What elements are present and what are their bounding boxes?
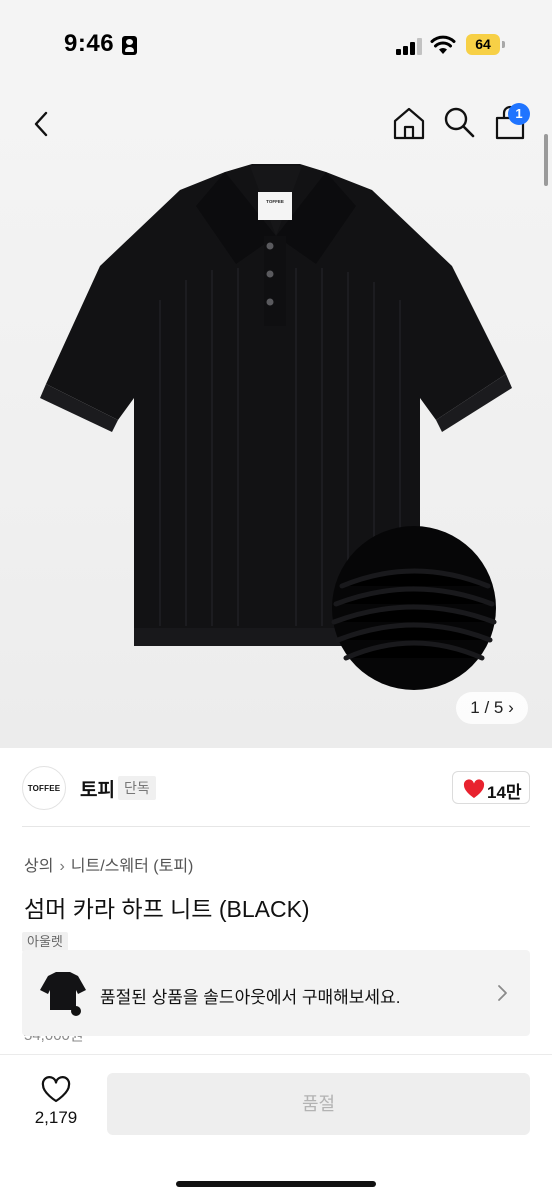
image-counter[interactable]: 1 / 5 ›	[456, 692, 528, 724]
cellular-signal-icon	[396, 37, 422, 55]
heart-filled-icon	[463, 779, 485, 798]
chevron-right-icon	[498, 985, 507, 1001]
breadcrumb-item-knit[interactable]: 니트/스웨터 (토피)	[71, 858, 194, 875]
neck-label-text: TOFFEE	[266, 199, 284, 204]
soldout-banner-text: 품절된 상품을 솔드아웃에서 구매해보세요.	[100, 988, 401, 1007]
battery-indicator: 64	[466, 34, 500, 55]
divider	[22, 826, 530, 827]
product-title: 섬머 카라 하프 니트 (BLACK)	[24, 896, 310, 922]
search-icon	[444, 107, 475, 138]
home-icon	[393, 107, 425, 140]
status-bar: 9:46 64	[0, 0, 552, 92]
battery-tip	[502, 41, 505, 48]
home-button[interactable]	[390, 104, 428, 142]
status-time: 9:46	[64, 30, 115, 57]
heart-outline-icon	[41, 1076, 71, 1103]
wifi-icon	[430, 35, 456, 54]
wishlist-button[interactable]	[40, 1076, 72, 1104]
product-image: TOFFEE	[40, 164, 512, 690]
chevron-right-icon: ›	[59, 858, 65, 875]
back-button[interactable]	[24, 104, 60, 144]
person-badge-icon	[122, 36, 137, 55]
breadcrumb-item-top[interactable]: 상의	[24, 858, 53, 875]
home-indicator	[176, 1181, 376, 1187]
chevron-left-icon	[34, 111, 48, 137]
soldout-marketplace-banner[interactable]: 품절된 상품을 솔드아웃에서 구매해보세요.	[22, 950, 530, 1036]
search-button[interactable]	[442, 104, 476, 140]
outlet-tag: 아울렛	[22, 932, 68, 952]
brand-like-button[interactable]: 14만	[452, 771, 530, 804]
exclusive-badge: 단독	[118, 776, 156, 800]
soldout-button[interactable]: 품절	[107, 1073, 530, 1135]
breadcrumb: 상의 › 니트/스웨터 (토피)	[24, 852, 193, 876]
shirt-button	[266, 242, 274, 250]
brand-like-count: 14만	[487, 783, 522, 802]
wishlist-count: 2,179	[34, 1108, 78, 1127]
shirt-button	[266, 298, 274, 306]
shirt-button	[266, 270, 274, 278]
product-thumbnail	[40, 972, 86, 1016]
cart-count-badge: 1	[508, 103, 530, 125]
brand-name[interactable]: 토피	[80, 775, 115, 802]
scroll-indicator	[544, 134, 548, 186]
brand-logo[interactable]: TOFFEE	[22, 766, 66, 810]
